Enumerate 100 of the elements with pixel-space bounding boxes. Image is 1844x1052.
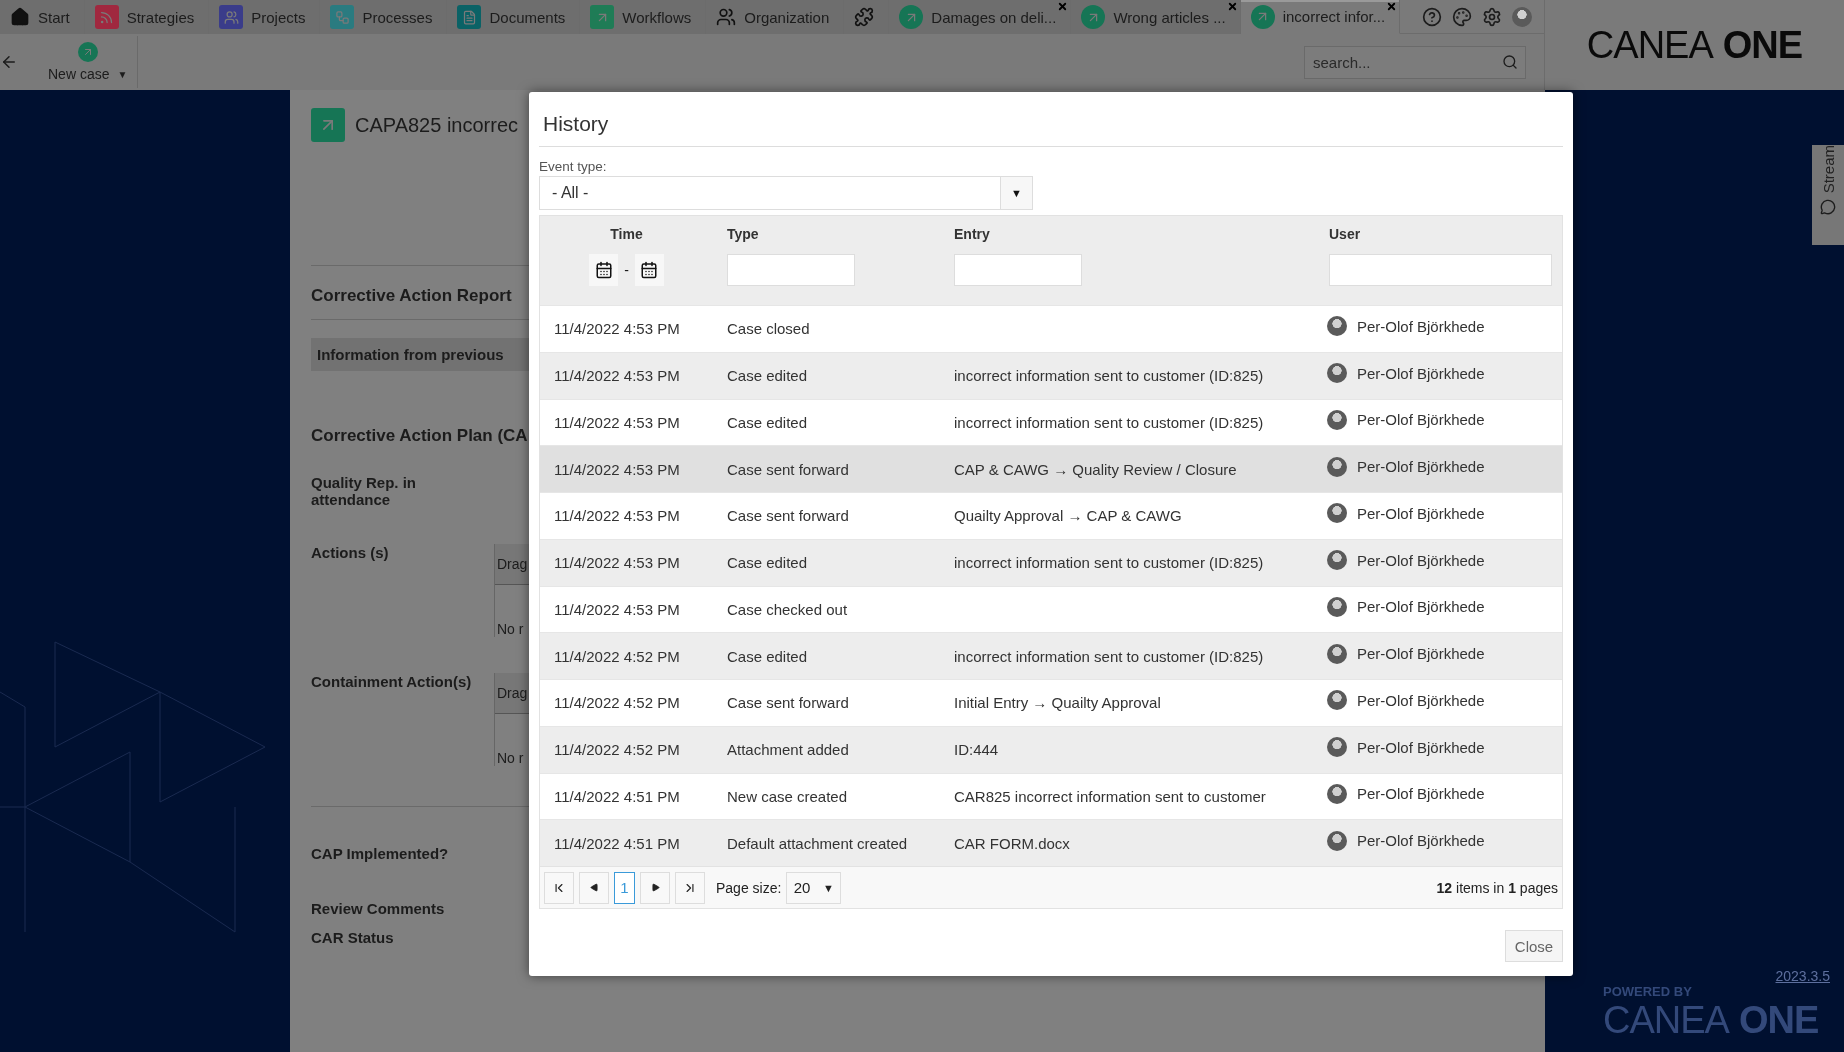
field-label: Quality Rep. in attendance <box>311 474 417 508</box>
close-icon[interactable] <box>1226 1 1238 12</box>
field-label: Event type: <box>539 159 608 174</box>
avatar-icon[interactable] <box>1512 6 1532 27</box>
table-cell-text: 11/4/2022 4:53 PM <box>553 367 681 385</box>
table-cell: Per-Olof Björkhede <box>1357 832 1485 850</box>
table-cell: Per-Olof Björkhede <box>1357 458 1485 476</box>
avatar-icon <box>1327 690 1347 711</box>
page-button[interactable]: 1 <box>614 871 635 904</box>
home-icon <box>10 7 30 27</box>
case-icon <box>311 108 345 142</box>
table-cell-text: Case edited <box>726 367 809 385</box>
table-cell: Per-Olof Björkhede <box>1357 364 1485 382</box>
table-cell-text: Case edited <box>726 554 809 572</box>
avatar-icon <box>1327 316 1347 337</box>
flowchart-icon <box>330 5 355 29</box>
column-header[interactable]: Time <box>610 226 643 242</box>
column-header[interactable]: Type <box>727 226 759 242</box>
case-title: CAPA825 incorrec <box>355 113 519 137</box>
table-cell-text: 11/4/2022 4:53 PM <box>553 507 681 525</box>
info-bar: Information from previous <box>311 338 529 371</box>
nav-tab[interactable]: incorrect infor... <box>1240 0 1401 34</box>
column-header[interactable]: User <box>1329 226 1361 242</box>
search-icon[interactable] <box>1502 53 1518 70</box>
nav-tab[interactable]: Projects <box>209 0 321 34</box>
right-triangle-icon <box>650 883 660 892</box>
powered-by-text: POWERED BY <box>1603 984 1692 999</box>
table-cell-text: 11/4/2022 4:53 PM <box>553 554 681 572</box>
nav-tab[interactable]: Strategies <box>84 0 210 34</box>
avatar-icon <box>1327 830 1347 851</box>
left-triangle-icon <box>589 883 599 892</box>
avatar-icon <box>1327 363 1347 384</box>
next-page-button[interactable] <box>640 871 670 904</box>
calendar-icon <box>640 261 659 279</box>
table-cell-text: incorrect information sent to customer (ID:825) <box>953 367 1265 385</box>
avatar-icon <box>1327 737 1347 758</box>
table-cell-text: 11/4/2022 4:52 PM <box>553 647 681 665</box>
help-icon[interactable] <box>1422 6 1442 27</box>
close-icon[interactable] <box>1057 1 1069 12</box>
add-case-icon <box>77 42 98 62</box>
previous-page-button[interactable] <box>579 871 609 904</box>
close-icon[interactable] <box>1386 1 1398 12</box>
filter-field[interactable] <box>1329 254 1552 286</box>
close-button[interactable]: Close <box>1505 930 1563 962</box>
new-case-button[interactable]: New case ▼ <box>38 36 139 88</box>
table-cell: Per-Olof Björkhede <box>1357 785 1485 803</box>
page-size-dropdown[interactable]: 20 ▼ <box>786 871 842 904</box>
table-cell-text: ID:444 <box>953 741 1000 759</box>
calendar-icon <box>594 261 613 279</box>
logo: CANEA ONE <box>1585 22 1804 68</box>
version-link[interactable]: 2023.3.5 <box>1775 968 1830 984</box>
event-type-dropdown[interactable]: - All - ▼ <box>539 176 1033 210</box>
field-label: CAR Status <box>311 929 394 946</box>
range-separator: - <box>624 262 629 278</box>
table-cell-text: Case edited <box>726 413 809 431</box>
document-icon <box>457 5 482 29</box>
people-icon <box>716 7 737 27</box>
avatar-icon <box>1327 596 1347 617</box>
page-size-label: Page size: <box>716 879 782 896</box>
calendar-button[interactable] <box>634 254 664 286</box>
table-cell: Per-Olof Björkhede <box>1357 645 1485 663</box>
empty-message: No r <box>496 750 524 766</box>
table-cell: Per-Olof Björkhede <box>1357 317 1485 335</box>
filter-field[interactable] <box>727 254 855 286</box>
table-cell-text: 11/4/2022 4:52 PM <box>553 741 681 759</box>
table-cell-text: Case checked out <box>726 600 849 618</box>
table-cell-text: 11/4/2022 4:53 PM <box>553 600 681 618</box>
last-page-button[interactable] <box>675 871 705 904</box>
nav-tab[interactable]: Start <box>0 0 85 34</box>
first-page-button[interactable] <box>544 871 574 904</box>
nav-tab[interactable]: Documents <box>447 0 581 34</box>
puzzle-icon <box>854 7 875 27</box>
table-cell: Per-Olof Björkhede <box>1357 691 1485 709</box>
search-field[interactable]: search... <box>1304 45 1526 79</box>
table-cell: Per-Olof Björkhede <box>1357 504 1485 522</box>
table-cell: Per-Olof Björkhede <box>1357 411 1485 429</box>
dialog-title: History <box>539 108 1563 147</box>
table-cell-text: Initial Entry → Quailty Approval <box>953 694 1162 712</box>
avatar-icon <box>1327 643 1347 664</box>
nav-tab[interactable]: Wrong articles ... <box>1071 0 1241 34</box>
palette-icon[interactable] <box>1452 6 1472 27</box>
nav-tab[interactable]: Workflows <box>580 0 707 34</box>
calendar-button[interactable] <box>589 254 619 286</box>
table-cell-text: 11/4/2022 4:53 PM <box>553 320 681 338</box>
nav-tab[interactable]: Organization <box>706 0 845 34</box>
nav-tab[interactable]: Damages on deli... <box>889 0 1072 34</box>
stream-tab[interactable]: Stream <box>1812 145 1844 245</box>
people-icon <box>219 5 244 29</box>
chat-bubble-icon <box>1820 199 1836 216</box>
settings-icon[interactable] <box>1482 6 1502 27</box>
field-label: Actions (s) <box>311 544 390 563</box>
empty-message: No r <box>496 621 524 637</box>
table-cell-text: incorrect information sent to customer (ID:825) <box>953 647 1265 665</box>
avatar-icon <box>1327 456 1347 477</box>
nav-tab[interactable]: Processes <box>320 0 448 34</box>
filter-field[interactable] <box>954 254 1082 286</box>
table-cell-text: Quailty Approval → CAP & CAWG <box>953 507 1183 525</box>
table-cell-text: 11/4/2022 4:52 PM <box>553 694 681 712</box>
column-header[interactable]: Entry <box>954 226 990 242</box>
table-cell-text: Case sent forward <box>726 507 850 525</box>
